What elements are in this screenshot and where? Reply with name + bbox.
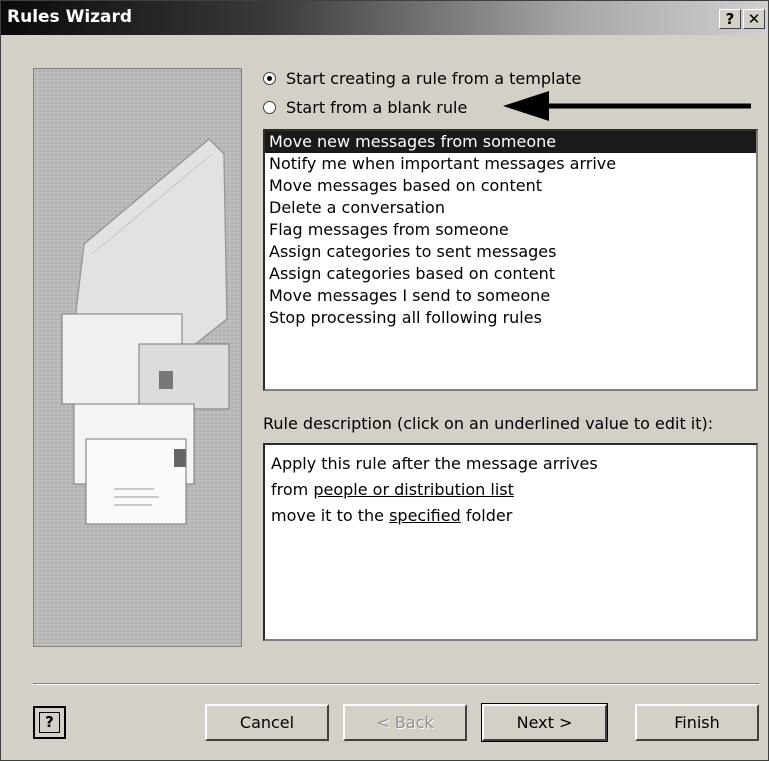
- folder-envelopes-image: [61, 137, 230, 525]
- description-line-2-text: from: [271, 480, 314, 499]
- specified-folder-link[interactable]: specified: [389, 506, 461, 525]
- template-item[interactable]: Notify me when important messages arrive: [265, 153, 756, 175]
- radio-blank-option[interactable]: Start from a blank rule: [263, 96, 467, 118]
- rule-description-box: Apply this rule after the message arrive…: [263, 443, 758, 641]
- close-button[interactable]: ✕: [743, 9, 765, 29]
- radio-template-option[interactable]: Start creating a rule from a template: [263, 67, 581, 89]
- radio-blank-label: Start from a blank rule: [286, 97, 468, 117]
- finish-button[interactable]: Finish: [635, 704, 759, 741]
- rules-wizard-dialog: Rules Wizard ? ✕ Start creating a rule f…: [0, 0, 769, 761]
- description-line-3-suffix: folder: [460, 506, 513, 525]
- help-icon: ?: [39, 712, 60, 733]
- wizard-illustration: [33, 68, 242, 647]
- description-line-3: move it to the specified folder: [271, 503, 750, 529]
- description-line-3-text: move it to the: [271, 506, 390, 525]
- template-item[interactable]: Move new messages from someone: [265, 131, 756, 153]
- template-item[interactable]: Move messages based on content: [265, 175, 756, 197]
- rule-description-label: Rule description (click on an underlined…: [263, 414, 714, 433]
- template-item[interactable]: Stop processing all following rules: [265, 307, 756, 329]
- next-button[interactable]: Next >: [481, 703, 608, 742]
- template-item[interactable]: Delete a conversation: [265, 197, 756, 219]
- separator: [33, 683, 759, 685]
- template-item[interactable]: Move messages I send to someone: [265, 285, 756, 307]
- radio-template-label: Start creating a rule from a template: [286, 68, 582, 88]
- template-item[interactable]: Assign categories to sent messages: [265, 241, 756, 263]
- help-button[interactable]: ?: [33, 706, 66, 739]
- radio-button-blank[interactable]: [263, 100, 276, 114]
- template-item[interactable]: Assign categories based on content: [265, 263, 756, 285]
- annotation-arrow-icon: [503, 91, 751, 121]
- cancel-button[interactable]: Cancel: [205, 704, 329, 741]
- back-button[interactable]: < Back: [343, 704, 467, 741]
- description-line-2: from people or distribution list: [271, 477, 750, 503]
- people-link[interactable]: people or distribution list: [313, 480, 514, 499]
- title-bar[interactable]: Rules Wizard ? ✕: [1, 1, 768, 35]
- template-listbox[interactable]: Move new messages from someone Notify me …: [263, 129, 758, 391]
- template-item[interactable]: Flag messages from someone: [265, 219, 756, 241]
- context-help-button[interactable]: ?: [719, 9, 741, 29]
- radio-button-template[interactable]: [263, 71, 276, 85]
- description-line-1: Apply this rule after the message arrive…: [271, 454, 598, 473]
- dialog-title: Rules Wizard: [7, 7, 133, 27]
